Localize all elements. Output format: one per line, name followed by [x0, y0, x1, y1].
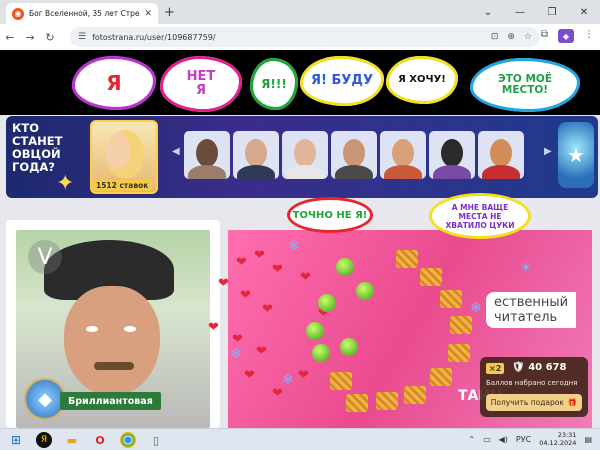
scribble-text: Я [106, 70, 122, 95]
minimize-button[interactable]: — [504, 0, 536, 24]
clock[interactable]: 23:31 04.12.2024 [539, 431, 576, 447]
promo-text-line: ественный читатель [486, 292, 577, 328]
language-indicator[interactable]: РУС [516, 435, 531, 444]
volume-icon[interactable]: ◀) [499, 435, 508, 444]
avatar-eye [86, 326, 98, 332]
start-icon[interactable]: ⊞ [8, 432, 24, 448]
tab-close-icon[interactable]: ✕ [144, 9, 152, 19]
profile-avatar[interactable]: V ◆ Бриллиантовая [16, 230, 210, 428]
yandex-icon[interactable]: Я [36, 432, 52, 448]
participant-photo[interactable] [282, 131, 328, 179]
score-panel: ×2 🛡 40 678 Баллов набрано сегодня Получ… [480, 357, 588, 417]
participant-photo[interactable] [429, 131, 475, 179]
participant-photo[interactable] [380, 131, 426, 179]
toolbar-right: ⧉ ◆ ⋮ [541, 29, 594, 43]
scribble-bubble: ЭТО МОЁ МЕСТО! [470, 58, 580, 112]
tray-chevron-icon[interactable]: ⌃ [468, 435, 475, 444]
install-icon[interactable]: ⊡ [491, 32, 499, 42]
url-text: fotostrana.ru/user/109687759/ [92, 32, 216, 42]
gift-icon: 🎁 [567, 398, 578, 407]
rank-label: Бриллиантовая [60, 392, 161, 410]
bookmark-star-icon[interactable]: ☆ [524, 32, 532, 42]
site-info-icon[interactable]: ☰ [78, 32, 86, 42]
scribble-text: Я!!! [261, 76, 287, 91]
browser-toolbar: ← → ↻ ☰ fotostrana.ru/user/109687759/ ⊡ … [0, 24, 600, 50]
score-points: 🛡 40 678 [512, 362, 567, 373]
extensions-icon[interactable]: ⧉ [541, 29, 548, 43]
mouse-app-icon[interactable]: ▯ [148, 432, 164, 448]
leader-face [106, 130, 144, 178]
back-icon[interactable]: ← [0, 31, 20, 44]
leader-banner[interactable]: КТО СТАНЕТ ОВЦОЙ ГОДА? ✦ 1512 ставок ◀ ▶… [6, 116, 598, 198]
menu-icon[interactable]: ⋮ [584, 29, 594, 43]
maximize-button[interactable]: ❐ [536, 0, 568, 24]
file-explorer-icon[interactable]: ▬ [64, 432, 80, 448]
reload-icon[interactable]: ↻ [40, 31, 60, 44]
avatar-face [64, 286, 160, 396]
close-window-button[interactable]: ✕ [568, 0, 600, 24]
profile-card: V ◆ Бриллиантовая [6, 220, 220, 428]
window-controls: ⌄ — ❐ ✕ [472, 0, 600, 24]
scribble-bubble: НЕТ Я [160, 56, 242, 112]
avatar-mustache [94, 362, 134, 370]
laurel-badge-icon: V [28, 240, 62, 274]
chevron-right-icon[interactable]: ▶ [544, 146, 552, 157]
scribble-strip: Я НЕТ Я Я!!! Я! БУДУ Я ХОЧУ! ЭТО МОЁ МЕС… [0, 50, 600, 115]
avatar-eye [124, 326, 136, 332]
scribble-text: А МНЕ ВАЩЕ МЕСТА НЕ ХВАТИЛО ЦУКИ [445, 202, 515, 230]
sparkle-icon: ✦ [56, 171, 75, 196]
new-tab-button[interactable]: + [164, 5, 175, 20]
tab-title: Бог Вселенной, 35 лет Стреле [29, 9, 141, 18]
scribble-bubble: Я! БУДУ [300, 56, 384, 106]
scribble-cloud: А МНЕ ВАЩЕ МЕСТА НЕ ХВАТИЛО ЦУКИ [432, 196, 528, 236]
trophy-star-icon: ★ [558, 122, 594, 188]
participant-photos [184, 131, 524, 179]
site-favicon-icon: ◉ [12, 7, 24, 20]
taskbar: ⊞ Я ▬ O ▯ ⌃ ▭ ◀) РУС 23:31 04.12.2024 ▤ [0, 428, 600, 450]
scribble-text: Я ХОЧУ! [398, 73, 446, 85]
get-gift-button[interactable]: Получить подарок 🎁 [486, 394, 582, 411]
tab-active[interactable]: ◉ Бог Вселенной, 35 лет Стреле ✕ [6, 3, 158, 24]
forward-icon[interactable]: → [20, 31, 40, 44]
taskbar-apps: ⊞ Я ▬ O ▯ [8, 432, 164, 448]
scribble-bubble: Я ХОЧУ! [386, 56, 458, 104]
banner-question: КТО СТАНЕТ ОВЦОЙ ГОДА? [12, 121, 63, 174]
participant-photo[interactable] [478, 131, 524, 179]
profile-extension-icon[interactable]: ◆ [558, 29, 574, 43]
scribble-text: Я! БУДУ [311, 73, 373, 89]
multiplier-badge: ×2 [486, 363, 505, 374]
participant-photo[interactable] [331, 131, 377, 179]
scribble-text: ТОЧНО НЕ Я! [292, 209, 368, 221]
notifications-icon[interactable]: ▤ [584, 435, 592, 444]
network-icon[interactable]: ▭ [483, 435, 491, 444]
participant-photo[interactable] [233, 131, 279, 179]
chevron-left-icon[interactable]: ◀ [172, 146, 180, 157]
stakes-badge: 1512 ставок [92, 180, 153, 191]
tab-search-icon[interactable]: ⌄ [472, 0, 504, 24]
scribble-bubble: Я [72, 56, 156, 110]
opera-icon[interactable]: O [92, 432, 108, 448]
address-bar[interactable]: ☰ fotostrana.ru/user/109687759/ ⊡ ⊕ ☆ [70, 27, 540, 47]
system-tray: ⌃ ▭ ◀) РУС 23:31 04.12.2024 ▤ [468, 431, 592, 447]
participant-photo[interactable] [184, 131, 230, 179]
zoom-icon[interactable]: ⊕ [507, 32, 515, 42]
scribble-text: НЕТ Я [186, 69, 216, 98]
chrome-icon[interactable] [120, 432, 136, 448]
scribble-text: ЭТО МОЁ МЕСТО! [498, 72, 552, 96]
score-caption: Баллов набрано сегодня [486, 379, 578, 387]
tab-strip: ◉ Бог Вселенной, 35 лет Стреле ✕ + ⌄ — ❐… [0, 0, 600, 24]
web-page: Я НЕТ Я Я!!! Я! БУДУ Я ХОЧУ! ЭТО МОЁ МЕС… [0, 50, 600, 428]
scribble-bubble: Я!!! [250, 58, 298, 110]
scribble-cloud: ТОЧНО НЕ Я! [290, 200, 370, 230]
